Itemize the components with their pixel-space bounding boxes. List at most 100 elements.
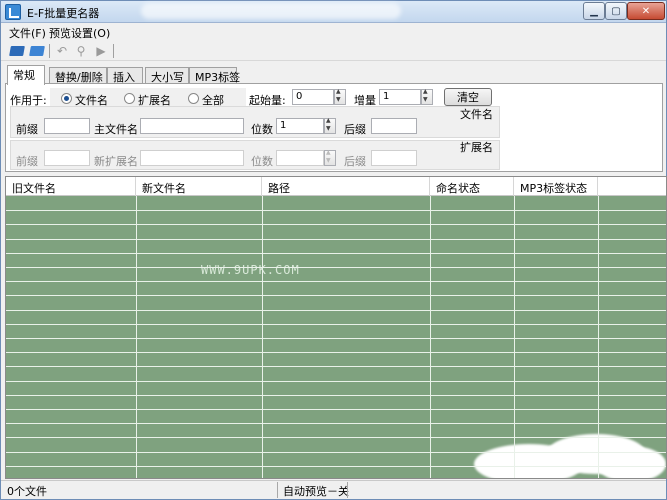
toolbar: ↶ ⚲ ▶: [1, 41, 666, 61]
filename-suffix-label: 后缀: [344, 123, 366, 136]
run-button[interactable]: ▶: [93, 43, 109, 59]
search-button[interactable]: ⚲: [73, 43, 89, 59]
apply-all-radio[interactable]: [188, 93, 199, 104]
row-gridline: [6, 352, 666, 353]
column-gridline: [262, 196, 263, 478]
tab-replace-delete[interactable]: 替换/删除: [49, 67, 107, 84]
column-gridline: [136, 196, 137, 478]
row-gridline: [6, 281, 666, 282]
column-old-name[interactable]: 旧文件名: [6, 177, 136, 196]
filename-digits-label: 位数: [251, 123, 273, 136]
open-folder-button[interactable]: [9, 43, 25, 59]
window-title: E-F批量更名器: [27, 7, 100, 20]
row-gridline: [6, 295, 666, 296]
tab-case[interactable]: 大小写: [145, 67, 189, 84]
start-spinner[interactable]: [334, 88, 346, 105]
filename-main-label: 主文件名: [94, 123, 138, 136]
row-gridline: [6, 210, 666, 211]
increment-spinner[interactable]: [421, 88, 433, 105]
column-gridline: [514, 196, 515, 478]
extension-digits-spinner[interactable]: [324, 149, 336, 166]
filename-suffix-input[interactable]: [371, 118, 417, 134]
filename-digits-input[interactable]: 1: [276, 118, 324, 134]
app-icon: [5, 4, 21, 20]
row-gridline: [6, 366, 666, 367]
file-table[interactable]: 旧文件名 新文件名 路径 命名状态 MP3标签状态 WWW.9UPK.COM: [5, 176, 667, 479]
filename-prefix-input[interactable]: [44, 118, 90, 134]
status-divider: [347, 482, 348, 498]
tab-general[interactable]: 常规: [7, 65, 45, 85]
column-gridline: [598, 196, 599, 478]
row-gridline: [6, 409, 666, 410]
minimize-button[interactable]: ▁: [583, 2, 605, 20]
extension-group-title: 扩展名: [460, 141, 493, 154]
extension-main-input[interactable]: [140, 150, 244, 166]
row-gridline: [6, 239, 666, 240]
tab-insert[interactable]: 插入: [107, 67, 143, 84]
column-gridline: [430, 196, 431, 478]
play-icon: ▶: [96, 44, 106, 58]
open-file-button[interactable]: [29, 43, 45, 59]
extension-main-label: 新扩展名: [94, 155, 138, 168]
close-button[interactable]: ✕: [627, 2, 665, 20]
filename-digits-spinner[interactable]: [324, 117, 336, 134]
row-gridline: [6, 395, 666, 396]
toolbar-separator: [113, 44, 114, 58]
extension-digits-label: 位数: [251, 155, 273, 168]
filename-main-input[interactable]: [140, 118, 244, 134]
column-new-name[interactable]: 新文件名: [136, 177, 262, 196]
row-gridline: [6, 466, 666, 467]
extension-digits-input[interactable]: [276, 150, 324, 166]
auto-preview-status: 自动预览－关: [283, 485, 349, 498]
start-input[interactable]: 0: [292, 89, 334, 105]
extension-suffix-input[interactable]: [371, 150, 417, 166]
open-file-icon: [29, 46, 45, 56]
open-folder-icon: [9, 46, 25, 56]
tab-mp3-tags[interactable]: MP3标签: [189, 67, 240, 84]
extension-suffix-label: 后缀: [344, 155, 366, 168]
watermark-text: WWW.9UPK.COM: [201, 263, 300, 277]
status-bar: 0个文件 自动预览－关: [1, 480, 666, 499]
undo-button[interactable]: ↶: [54, 43, 70, 59]
row-gridline: [6, 437, 666, 438]
table-body[interactable]: WWW.9UPK.COM: [6, 196, 666, 478]
status-divider: [277, 482, 278, 498]
row-gridline: [6, 253, 666, 254]
apply-extension-radio[interactable]: [124, 93, 135, 104]
general-panel: 作用于: 文件名 扩展名 全部 起始量: 0 增量 1 清空 文件名 前缀 主文…: [5, 83, 663, 172]
menu-file[interactable]: 文件(F): [9, 25, 46, 41]
search-icon: ⚲: [76, 44, 86, 58]
column-rename-status[interactable]: 命名状态: [430, 177, 514, 196]
filename-group-title: 文件名: [460, 108, 493, 121]
table-header: 旧文件名 新文件名 路径 命名状态 MP3标签状态: [6, 177, 666, 196]
maximize-button[interactable]: ▢: [605, 2, 627, 20]
filename-prefix-label: 前缀: [16, 123, 38, 136]
apply-filename-radio[interactable]: [61, 93, 72, 104]
row-gridline: [6, 381, 666, 382]
row-gridline: [6, 267, 666, 268]
close-icon: ✕: [641, 5, 651, 17]
menu-preview-settings[interactable]: 预览设置(O): [49, 25, 110, 41]
white-blob: [596, 446, 666, 478]
main-window: E-F批量更名器 ▁ ▢ ✕ 文件(F) 预览设置(O) ↶ ⚲ ▶ 常规 替换…: [0, 0, 667, 500]
row-gridline: [6, 423, 666, 424]
row-gridline: [6, 452, 666, 453]
column-path[interactable]: 路径: [262, 177, 430, 196]
extension-prefix-input[interactable]: [44, 150, 90, 166]
extension-prefix-label: 前缀: [16, 155, 38, 168]
title-bar[interactable]: E-F批量更名器 ▁ ▢ ✕: [1, 1, 666, 23]
maximize-icon: ▢: [611, 5, 621, 17]
minimize-icon: ▁: [590, 5, 598, 17]
toolbar-separator: [49, 44, 50, 58]
undo-icon: ↶: [56, 44, 68, 58]
row-gridline: [6, 338, 666, 339]
clear-button[interactable]: 清空: [444, 88, 492, 106]
row-gridline: [6, 324, 666, 325]
column-mp3-status[interactable]: MP3标签状态: [514, 177, 598, 196]
file-count-status: 0个文件: [7, 485, 47, 498]
menu-bar: 文件(F) 预览设置(O): [1, 23, 666, 41]
increment-input[interactable]: 1: [379, 89, 421, 105]
title-glow: [141, 3, 401, 19]
row-gridline: [6, 310, 666, 311]
row-gridline: [6, 224, 666, 225]
